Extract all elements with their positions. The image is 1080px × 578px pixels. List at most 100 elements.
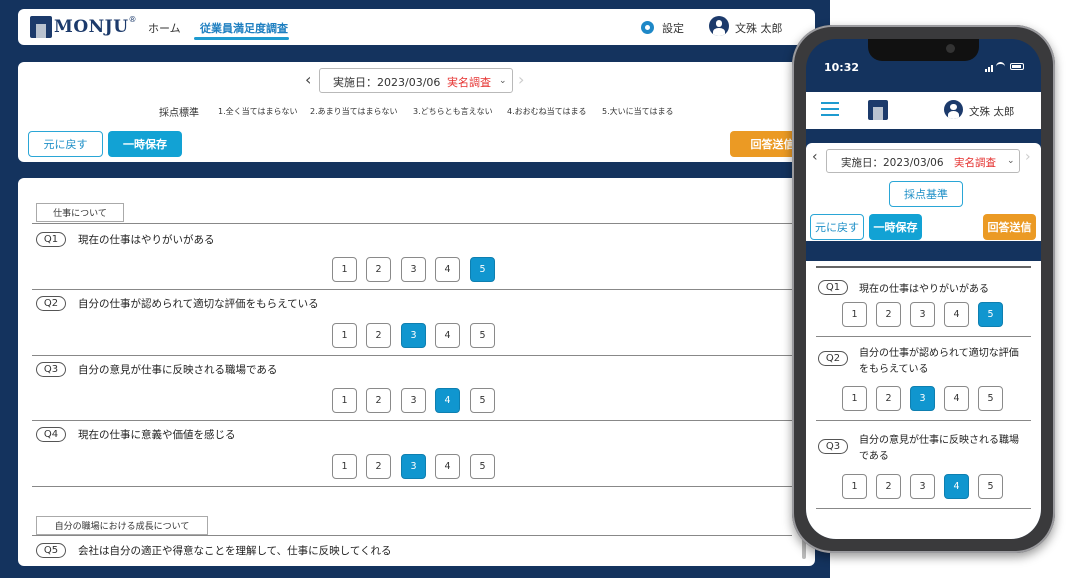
answer-option-5[interactable]: 5 [470, 323, 495, 348]
gear-icon[interactable] [641, 21, 654, 34]
nav-satisfaction-survey[interactable]: 従業員満足度調査 [200, 20, 288, 36]
logo-registered-mark: ® [128, 14, 137, 24]
answer-option-1[interactable]: 1 [332, 454, 357, 479]
question-text: 自分の仕事が認められて適切な評価をもらえている [78, 298, 319, 310]
answer-option-4-selected[interactable]: 4 [435, 388, 460, 413]
battery-icon [1010, 63, 1024, 70]
next-date-chevron-icon[interactable]: › [1025, 149, 1031, 165]
mobile-header: 文殊 太郎 [806, 92, 1041, 129]
question-text: 自分の意見が仕事に反映される職場である [78, 364, 278, 376]
prev-date-chevron-icon[interactable]: ‹ [812, 149, 818, 165]
next-date-chevron-icon[interactable]: › [518, 70, 524, 89]
answer-option-1[interactable]: 1 [332, 323, 357, 348]
answer-option-3-selected[interactable]: 3 [401, 323, 426, 348]
answer-option-2[interactable]: 2 [366, 454, 391, 479]
status-time: 10:32 [824, 61, 860, 74]
survey-toolbar: ‹ 実施日：2023/03/06 実名調査 ⌄ › 採点標準 1.全く当てはまら… [18, 62, 815, 162]
question-text: 現在の仕事に意義や価値を感じる [78, 429, 236, 441]
section-title-growth: 自分の職場における成長について [36, 516, 208, 535]
monju-logo[interactable]: MONJU ® [30, 14, 137, 38]
settings-link[interactable]: 設定 [662, 20, 684, 36]
question-text: 会社は自分の適正や得意なことを理解して、仕事に反映してくれる [78, 545, 392, 557]
answer-option-2[interactable]: 2 [876, 302, 901, 327]
question-divider [816, 508, 1031, 509]
top-header: MONJU ® ホーム 従業員満足度調査 設定 文殊 太郎 [18, 9, 815, 45]
answer-option-2[interactable]: 2 [366, 257, 391, 282]
date-label: 実施日：2023/03/06 [333, 76, 441, 89]
question-text-line1: 自分の意見が仕事に反映される職場 [859, 435, 1019, 446]
section-divider [816, 266, 1031, 268]
temp-save-button[interactable]: 一時保存 [869, 214, 922, 240]
logo-mark-icon [30, 16, 52, 38]
submit-answers-button[interactable]: 回答送信 [983, 214, 1036, 240]
answer-option-1[interactable]: 1 [842, 386, 867, 411]
answer-option-5-selected[interactable]: 5 [978, 302, 1003, 327]
criteria-4: 4.おおむね当てはまる [507, 107, 587, 116]
user-avatar-icon[interactable] [709, 16, 729, 36]
mobile-survey-panel: Q1 現在の仕事はやりがいがある 1 2 3 4 5 Q2 自分の仕事が認められ… [806, 261, 1041, 539]
criteria-1: 1.全く当てはまらない [218, 107, 298, 116]
answer-option-3-selected[interactable]: 3 [910, 386, 935, 411]
survey-panel: 仕事について Q1 現在の仕事はやりがいがある 1 2 3 4 5 Q2 自分の… [18, 178, 815, 566]
wifi-icon [996, 62, 1005, 71]
answer-option-3[interactable]: 3 [910, 302, 935, 327]
answer-option-1[interactable]: 1 [842, 474, 867, 499]
nav-home[interactable]: ホーム [148, 20, 181, 36]
signal-icon [988, 67, 990, 72]
signal-icon [985, 69, 987, 72]
answer-option-2[interactable]: 2 [366, 388, 391, 413]
answer-option-3[interactable]: 3 [401, 388, 426, 413]
question-divider [816, 420, 1031, 421]
question-number-badge: Q3 [36, 362, 66, 377]
answer-option-5[interactable]: 5 [978, 474, 1003, 499]
answer-option-4-selected[interactable]: 4 [944, 474, 969, 499]
desktop-view: MONJU ® ホーム 従業員満足度調査 設定 文殊 太郎 ‹ 実施日：2023… [0, 0, 830, 578]
answer-option-2[interactable]: 2 [366, 323, 391, 348]
question-number-badge: Q2 [818, 351, 848, 366]
answer-option-4[interactable]: 4 [435, 257, 460, 282]
date-label: 実施日：2023/03/06 [841, 157, 944, 169]
answer-option-1[interactable]: 1 [842, 302, 867, 327]
question-divider [32, 355, 792, 356]
user-name[interactable]: 文殊 太郎 [735, 20, 783, 36]
criteria-2: 2.あまり当てはまらない [310, 107, 398, 116]
revert-button[interactable]: 元に戻す [28, 131, 103, 157]
survey-type-label: 実名調査 [954, 157, 996, 169]
answer-option-3[interactable]: 3 [910, 474, 935, 499]
answer-option-3-selected[interactable]: 3 [401, 454, 426, 479]
survey-type-label: 実名調査 [447, 76, 491, 89]
answer-option-5[interactable]: 5 [470, 388, 495, 413]
question-number-badge: Q2 [36, 296, 66, 311]
answer-option-5[interactable]: 5 [978, 386, 1003, 411]
answer-option-2[interactable]: 2 [876, 386, 901, 411]
answer-option-4[interactable]: 4 [944, 386, 969, 411]
answer-option-4[interactable]: 4 [435, 323, 460, 348]
criteria-label: 採点標準 [159, 108, 199, 119]
answer-option-3[interactable]: 3 [401, 257, 426, 282]
question-number-badge: Q5 [36, 543, 66, 558]
question-number-badge: Q1 [36, 232, 66, 247]
user-name[interactable]: 文殊 太郎 [969, 104, 1014, 119]
prev-date-chevron-icon[interactable]: ‹ [305, 70, 311, 89]
question-divider [32, 486, 792, 487]
answer-option-1[interactable]: 1 [332, 388, 357, 413]
mobile-logo-icon[interactable] [868, 100, 888, 120]
phone-frame: 10:32 文殊 太郎 ‹ 実施日：2023/03/06 実名調査 ⌄ › 採点… [792, 25, 1055, 553]
chevron-down-icon: ⌄ [1007, 156, 1015, 166]
answer-option-5[interactable]: 5 [470, 454, 495, 479]
answer-option-2[interactable]: 2 [876, 474, 901, 499]
question-divider [32, 420, 792, 421]
answer-option-5-selected[interactable]: 5 [470, 257, 495, 282]
answer-option-1[interactable]: 1 [332, 257, 357, 282]
temp-save-button[interactable]: 一時保存 [108, 131, 182, 157]
answer-option-4[interactable]: 4 [435, 454, 460, 479]
date-select[interactable]: 実施日：2023/03/06 実名調査 ⌄ [826, 149, 1020, 173]
answer-option-4[interactable]: 4 [944, 302, 969, 327]
revert-button[interactable]: 元に戻す [810, 214, 864, 240]
chevron-down-icon: ⌄ [499, 76, 507, 86]
user-avatar-icon[interactable] [944, 100, 963, 119]
criteria-button[interactable]: 採点基準 [889, 181, 963, 207]
date-select[interactable]: 実施日：2023/03/06 実名調査 ⌄ [319, 68, 513, 93]
question-number-badge: Q1 [818, 280, 848, 295]
hamburger-menu-icon[interactable] [821, 102, 839, 116]
